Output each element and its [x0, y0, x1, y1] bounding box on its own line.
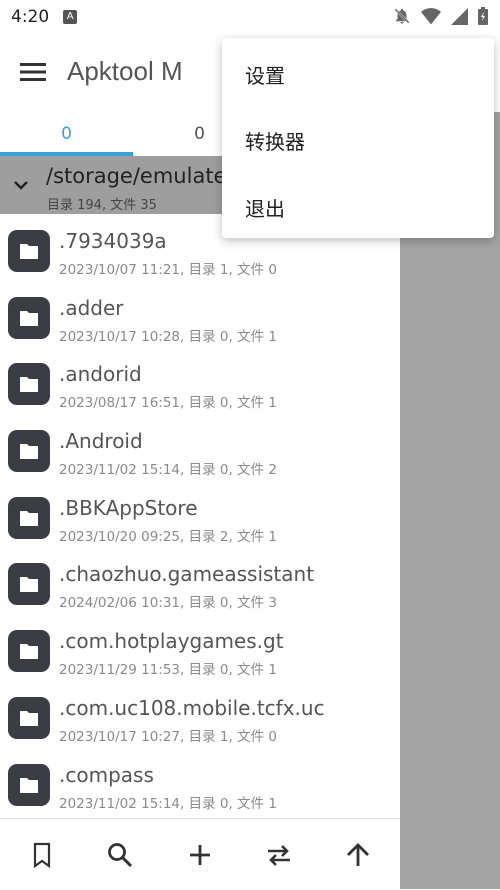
app-title: Apktool M	[67, 56, 183, 86]
file-meta: 2023/10/17 10:27, 目录 1, 文件 0	[59, 728, 277, 745]
chevron-down-icon[interactable]	[12, 178, 30, 192]
status-time: 4:20	[11, 7, 50, 27]
current-path: /storage/emulated	[46, 164, 240, 188]
file-list: .7934039a 2023/10/07 11:21, 目录 1, 文件 0 .ad…	[0, 216, 400, 818]
notification-a-icon: A	[63, 10, 78, 24]
signal-icon	[451, 7, 468, 25]
file-name: .com.uc108.mobile.tcfx.uc	[59, 695, 325, 720]
file-name: .adder	[59, 295, 124, 320]
menu-item-exit[interactable]: 退出	[245, 193, 285, 222]
file-list-item[interactable]: .BBKAppStore 2023/10/20 09:25, 目录 2, 文件 1	[0, 483, 400, 550]
file-meta: 2023/10/17 10:28, 目录 0, 文件 1	[59, 328, 277, 345]
file-list-item[interactable]: .com.uc108.mobile.tcfx.uc 2023/10/17 10:2…	[0, 683, 400, 750]
menu-icon[interactable]	[20, 62, 46, 82]
file-name: .compass	[59, 762, 154, 787]
overflow-menu: 设置 转换器 退出	[222, 38, 494, 238]
menu-item-settings[interactable]: 设置	[245, 60, 285, 89]
status-bar: 4:20 A	[0, 0, 500, 34]
file-list-item[interactable]: .com.hotplaygames.gt 2023/11/29 11:53, 目录…	[0, 616, 400, 683]
file-name: .Android	[59, 429, 143, 454]
bottom-toolbar	[0, 818, 400, 890]
path-summary: 目录 194, 文件 35	[47, 198, 157, 213]
arrow-up-icon[interactable]	[344, 841, 372, 869]
wifi-icon	[421, 8, 441, 25]
file-name: .andorid	[59, 362, 142, 387]
file-meta: 2023/11/29 11:53, 目录 0, 文件 1	[59, 662, 277, 679]
file-list-item[interactable]: .adder 2023/10/17 10:28, 目录 0, 文件 1	[0, 283, 400, 350]
battery-icon	[478, 7, 488, 25]
swap-icon[interactable]	[265, 841, 293, 869]
folder-icon	[8, 363, 50, 406]
file-meta: 2023/11/02 15:14, 目录 0, 文件 2	[59, 462, 277, 479]
notifications-off-icon	[394, 8, 410, 24]
file-meta: 2023/10/20 09:25, 目录 2, 文件 1	[59, 528, 277, 545]
folder-icon	[8, 230, 50, 272]
file-name: .chaozhuo.gameassistant	[59, 562, 315, 587]
status-icons	[393, 7, 488, 25]
folder-icon	[8, 430, 50, 473]
file-meta: 2023/10/07 11:21, 目录 1, 文件 0	[59, 262, 277, 278]
file-list-item[interactable]: .Android 2023/11/02 15:14, 目录 0, 文件 2	[0, 416, 400, 483]
file-meta: 2024/02/06 10:31, 目录 0, 文件 3	[59, 595, 277, 612]
folder-icon	[8, 296, 50, 339]
search-icon[interactable]	[106, 841, 134, 869]
file-meta: 2023/08/17 16:51, 目录 0, 文件 1	[59, 395, 277, 412]
bookmark-icon[interactable]	[28, 841, 56, 869]
folder-icon	[8, 630, 50, 673]
folder-icon	[8, 763, 50, 806]
tab-first[interactable]: 0	[0, 124, 133, 144]
folder-icon	[8, 563, 50, 606]
file-list-item[interactable]: .compass 2023/11/02 15:14, 目录 0, 文件 1	[0, 750, 400, 817]
file-meta: 2023/11/02 15:14, 目录 0, 文件 1	[59, 795, 277, 812]
file-list-item[interactable]: .andorid 2023/08/17 16:51, 目录 0, 文件 1	[0, 349, 400, 416]
file-list-item[interactable]: .chaozhuo.gameassistant 2024/02/06 10:31,…	[0, 549, 400, 616]
folder-icon	[8, 696, 50, 739]
add-icon[interactable]	[186, 841, 214, 869]
folder-icon	[8, 496, 50, 539]
file-name: .BBKAppStore	[59, 495, 198, 520]
file-name: .com.hotplaygames.gt	[59, 629, 284, 654]
file-name: .7934039a	[59, 229, 167, 253]
menu-item-converter[interactable]: 转换器	[245, 126, 305, 155]
